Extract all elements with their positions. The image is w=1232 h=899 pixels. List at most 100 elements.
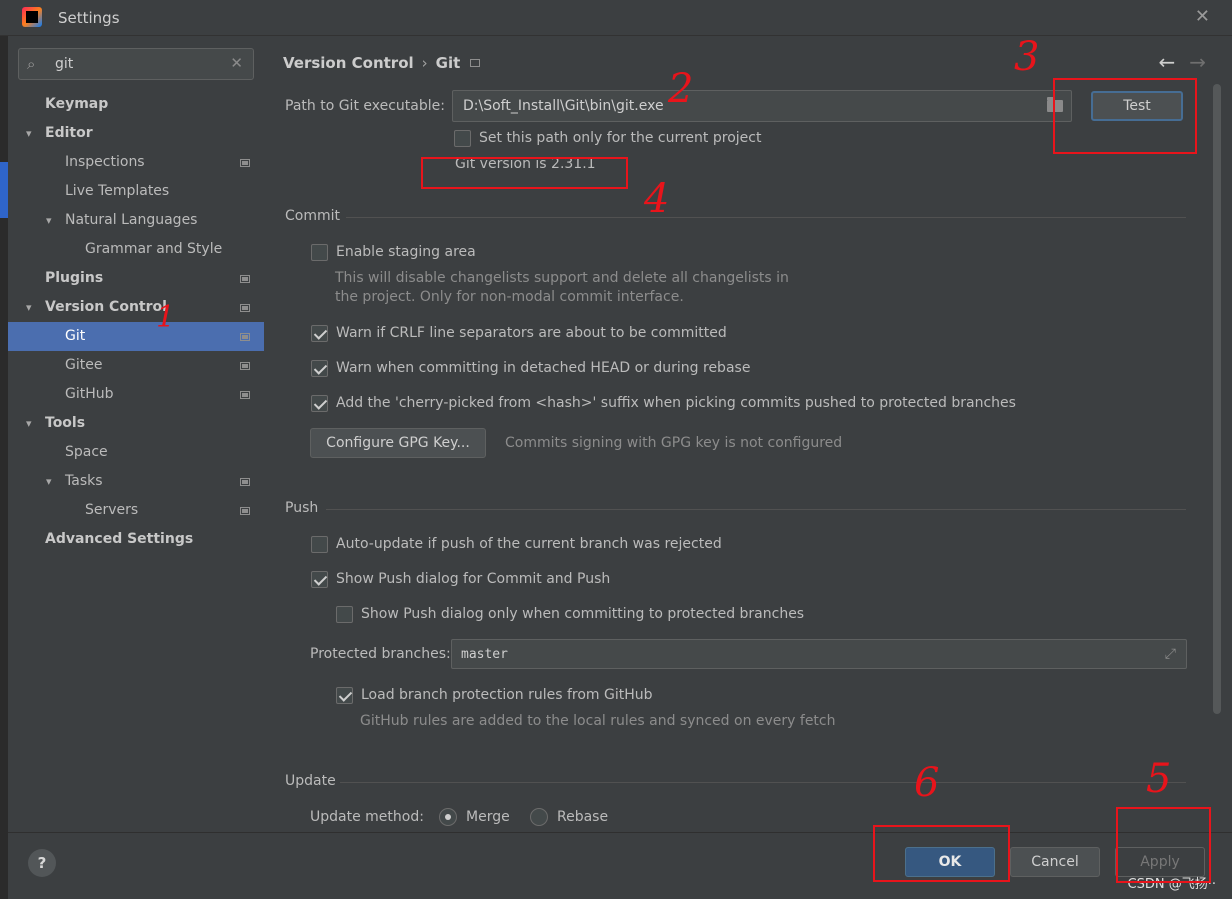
staging-hint-line1: This will disable changelists support an… xyxy=(335,270,789,286)
tree-item-version-control[interactable]: ▾ Version Control xyxy=(8,293,264,322)
path-to-git-label: Path to Git executable: xyxy=(285,98,445,114)
tree-item-plugins[interactable]: Plugins xyxy=(8,264,264,293)
tree-item-space[interactable]: Space xyxy=(8,438,264,467)
project-scope-icon xyxy=(470,59,481,67)
scrollbar-thumb[interactable] xyxy=(1213,84,1221,714)
annotation-box-version xyxy=(421,157,628,189)
project-scope-icon xyxy=(240,391,250,399)
breadcrumb-current: Git xyxy=(435,54,461,72)
rebase-label: Rebase xyxy=(557,809,609,825)
window-title: Settings xyxy=(58,9,120,27)
crlf-warning-label: Warn if CRLF line separators are about t… xyxy=(336,325,727,341)
navigation-arrows: ← → xyxy=(1158,50,1206,74)
intellij-logo-icon xyxy=(22,7,42,27)
project-only-label: Set this path only for the current proje… xyxy=(479,130,762,146)
tree-item-keymap[interactable]: Keymap xyxy=(8,90,264,119)
annotation-number-4: 4 xyxy=(644,176,670,222)
breadcrumb-parent[interactable]: Version Control xyxy=(283,54,414,72)
project-scope-icon xyxy=(240,362,250,370)
settings-search-input[interactable] xyxy=(53,53,223,75)
staging-area-label: Enable staging area xyxy=(336,244,476,260)
annotation-box-ok xyxy=(873,825,1010,882)
forward-arrow-icon[interactable]: → xyxy=(1189,50,1206,74)
content-scrollbar[interactable] xyxy=(1210,36,1232,832)
cherry-pick-suffix-label: Add the 'cherry-picked from <hash>' suff… xyxy=(336,395,1016,411)
detached-head-label: Warn when committing in detached HEAD or… xyxy=(336,360,751,376)
title-bar: Settings ✕ xyxy=(0,0,1232,36)
tree-item-tasks[interactable]: ▾ Tasks xyxy=(8,467,264,496)
rebase-radio[interactable] xyxy=(530,808,548,826)
annotation-box-test xyxy=(1053,78,1197,154)
tree-item-live-templates[interactable]: Live Templates xyxy=(8,177,264,206)
search-icon: ⌕ xyxy=(27,55,36,73)
load-protection-rules-label: Load branch protection rules from GitHub xyxy=(361,687,653,703)
breadcrumb: Version Control › Git xyxy=(283,54,481,72)
breadcrumb-separator: › xyxy=(421,54,428,72)
project-scope-icon xyxy=(240,159,250,167)
protected-branches-input[interactable] xyxy=(459,644,1139,664)
auto-update-checkbox[interactable] xyxy=(311,536,328,553)
annotation-number-6: 6 xyxy=(914,760,940,806)
settings-sidebar: ⌕ ✕ Keymap ▾ Editor Inspections Live Tem… xyxy=(8,36,264,832)
project-scope-icon xyxy=(240,507,250,515)
chevron-down-icon[interactable]: ▾ xyxy=(46,206,60,235)
tree-item-editor[interactable]: ▾ Editor xyxy=(8,119,264,148)
update-section-title: Update xyxy=(285,773,336,789)
load-protection-rules-checkbox[interactable] xyxy=(336,687,353,704)
staging-area-checkbox[interactable] xyxy=(311,244,328,261)
project-scope-icon xyxy=(240,304,250,312)
tree-item-servers[interactable]: Servers xyxy=(8,496,264,525)
git-path-input[interactable] xyxy=(461,96,1021,116)
tree-item-inspections[interactable]: Inspections xyxy=(8,148,264,177)
gpg-status-text: Commits signing with GPG key is not conf… xyxy=(505,435,843,451)
crlf-warning-checkbox[interactable] xyxy=(311,325,328,342)
staging-hint-line2: the project. Only for non-modal commit i… xyxy=(335,289,684,305)
back-arrow-icon[interactable]: ← xyxy=(1158,50,1175,74)
protected-branches-label: Protected branches: xyxy=(310,646,451,662)
project-scope-icon xyxy=(240,333,250,341)
load-rules-hint: GitHub rules are added to the local rule… xyxy=(360,713,836,729)
clear-search-icon[interactable]: ✕ xyxy=(230,54,243,72)
tree-item-natural-languages[interactable]: ▾ Natural Languages xyxy=(8,206,264,235)
chevron-down-icon[interactable]: ▾ xyxy=(26,293,40,322)
help-icon[interactable]: ? xyxy=(28,849,56,877)
tree-item-tools[interactable]: ▾ Tools xyxy=(8,409,264,438)
settings-content-panel: Version Control › Git ← → Path to Git execu… xyxy=(264,36,1210,832)
project-scope-icon xyxy=(240,275,250,283)
merge-label: Merge xyxy=(466,809,510,825)
tree-item-advanced-settings[interactable]: Advanced Settings xyxy=(8,525,264,554)
annotation-number-1: 1 xyxy=(156,300,176,335)
expand-icon[interactable]: ⤢ xyxy=(1165,646,1176,662)
project-only-checkbox[interactable] xyxy=(454,130,471,147)
tree-item-gitee[interactable]: Gitee xyxy=(8,351,264,380)
tree-item-github[interactable]: GitHub xyxy=(8,380,264,409)
show-push-dialog-label: Show Push dialog for Commit and Push xyxy=(336,571,611,587)
cherry-pick-suffix-checkbox[interactable] xyxy=(311,395,328,412)
detached-head-checkbox[interactable] xyxy=(311,360,328,377)
background-window-edge xyxy=(0,36,8,899)
annotation-number-2: 2 xyxy=(668,66,694,112)
merge-radio[interactable] xyxy=(439,808,457,826)
show-push-dialog-checkbox[interactable] xyxy=(311,571,328,588)
protected-branches-field[interactable]: ⤢ xyxy=(451,639,1187,669)
chevron-down-icon[interactable]: ▾ xyxy=(26,119,40,148)
commit-section-title: Commit xyxy=(285,208,340,224)
configure-gpg-button[interactable]: Configure GPG Key... xyxy=(310,428,486,458)
settings-search-box[interactable]: ⌕ ✕ xyxy=(18,48,254,80)
git-path-field[interactable] xyxy=(452,90,1072,122)
tree-item-grammar-and-style[interactable]: Grammar and Style xyxy=(8,235,264,264)
protected-only-checkbox[interactable] xyxy=(336,606,353,623)
cancel-button[interactable]: Cancel xyxy=(1010,847,1100,877)
auto-update-label: Auto-update if push of the current branc… xyxy=(336,536,722,552)
annotation-number-3: 3 xyxy=(1014,34,1040,80)
dialog-footer: ? OK Cancel Apply CSDN @飞扬·· xyxy=(8,832,1232,899)
chevron-down-icon[interactable]: ▾ xyxy=(26,409,40,438)
annotation-box-apply xyxy=(1116,807,1211,883)
push-section-title: Push xyxy=(285,500,319,516)
tree-item-git[interactable]: Git xyxy=(8,322,264,351)
protected-only-label: Show Push dialog only when committing to… xyxy=(361,606,805,622)
close-icon[interactable]: ✕ xyxy=(1195,6,1210,27)
project-scope-icon xyxy=(240,478,250,486)
chevron-down-icon[interactable]: ▾ xyxy=(46,467,60,496)
update-method-label: Update method: xyxy=(310,809,424,825)
